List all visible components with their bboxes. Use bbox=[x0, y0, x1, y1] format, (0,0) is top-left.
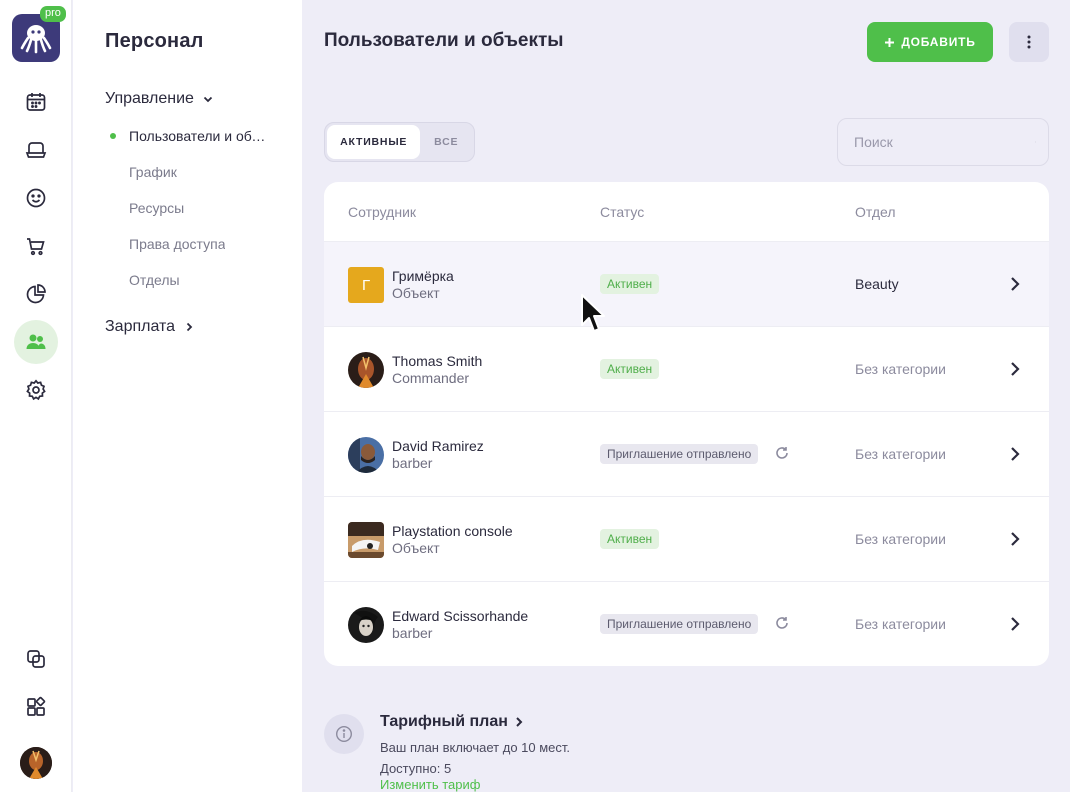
mouse-cursor-icon bbox=[581, 294, 605, 332]
rail-widgets[interactable] bbox=[14, 685, 58, 729]
users-icon bbox=[26, 334, 46, 349]
table-row[interactable]: Г Гримёрка Объект Активен Beauty bbox=[324, 241, 1049, 326]
chevron-right-icon[interactable] bbox=[1007, 360, 1023, 378]
rail-settings[interactable] bbox=[14, 368, 58, 412]
smiley-icon bbox=[26, 188, 46, 208]
row-department: Без категории bbox=[855, 361, 946, 377]
column-department: Отдел bbox=[855, 204, 896, 220]
chevron-right-icon[interactable] bbox=[1007, 615, 1023, 633]
row-role: Объект bbox=[392, 285, 440, 301]
filter-all-tab[interactable]: ВСЕ bbox=[420, 125, 472, 159]
row-name: Гримёрка bbox=[392, 268, 454, 284]
add-button[interactable]: ДОБАВИТЬ bbox=[867, 22, 993, 62]
plus-icon bbox=[885, 37, 895, 47]
more-vertical-icon bbox=[1027, 35, 1031, 49]
search-icon[interactable] bbox=[1035, 134, 1036, 150]
salary-label: Зарплата bbox=[105, 318, 176, 335]
refresh-icon[interactable] bbox=[774, 445, 790, 461]
status-badge: Активен bbox=[600, 359, 660, 379]
rail-analytics[interactable] bbox=[14, 272, 58, 316]
change-plan-link[interactable]: Изменить тариф bbox=[380, 777, 480, 792]
chevron-right-icon[interactable] bbox=[1007, 445, 1023, 463]
octopus-logo-icon bbox=[20, 25, 52, 54]
search-box bbox=[837, 118, 1049, 166]
filter-active-tab[interactable]: АКТИВНЫЕ bbox=[327, 125, 421, 159]
status-badge: Активен bbox=[600, 529, 660, 549]
chevron-right-icon bbox=[516, 717, 523, 727]
plan-description: Ваш план включает до 10 мест. Доступно: … bbox=[380, 740, 571, 776]
plan-title-link[interactable]: Тарифный план bbox=[380, 713, 524, 731]
search-input[interactable] bbox=[854, 134, 1035, 150]
object-avatar: Г bbox=[348, 267, 384, 303]
icon-rail: pro bbox=[0, 0, 72, 792]
table-row[interactable]: Thomas Smith Commander Активен Без катег… bbox=[324, 326, 1049, 411]
rail-copy[interactable] bbox=[14, 637, 58, 681]
table-row[interactable]: Playstation console Объект Активен Без к… bbox=[324, 496, 1049, 581]
rail-services[interactable] bbox=[14, 128, 58, 172]
row-name: Edward Scissorhande bbox=[392, 608, 529, 624]
status-filter-toggle: АКТИВНЫЕ ВСЕ bbox=[324, 122, 475, 162]
avatar bbox=[348, 607, 384, 643]
bell-desk-icon bbox=[25, 142, 47, 158]
row-department: Без категории bbox=[855, 446, 946, 462]
row-role: Commander bbox=[392, 370, 470, 386]
row-department: Без категории bbox=[855, 531, 946, 547]
object-photo bbox=[348, 522, 384, 558]
cart-icon bbox=[27, 238, 45, 256]
nav-item-schedule[interactable]: График bbox=[129, 164, 177, 180]
table-row[interactable]: Edward Scissorhande barber Приглашение о… bbox=[324, 581, 1049, 666]
rail-staff[interactable] bbox=[14, 320, 58, 364]
add-button-label: ДОБАВИТЬ bbox=[901, 35, 976, 49]
pro-badge: pro bbox=[40, 6, 66, 22]
column-employee: Сотрудник bbox=[348, 204, 417, 220]
refresh-icon[interactable] bbox=[774, 615, 790, 631]
section-title: Персонал bbox=[105, 30, 204, 52]
nav-item-users[interactable]: Пользователи и объекты bbox=[129, 128, 269, 144]
pie-chart-icon bbox=[26, 284, 46, 304]
calendar-icon bbox=[26, 93, 46, 111]
secondary-nav: Персонал Управление Пользователи и объек… bbox=[73, 0, 302, 792]
user-avatar[interactable] bbox=[20, 747, 52, 779]
row-name: Thomas Smith bbox=[392, 353, 483, 369]
widgets-icon bbox=[27, 696, 46, 716]
profile-photo bbox=[20, 747, 52, 779]
nav-item-resources[interactable]: Ресурсы bbox=[129, 200, 184, 216]
avatar bbox=[348, 352, 384, 388]
row-name: Playstation console bbox=[392, 523, 513, 539]
management-group[interactable]: Управление bbox=[105, 90, 214, 108]
salary-group[interactable]: Зарплата bbox=[105, 318, 195, 336]
rail-calendar[interactable] bbox=[14, 80, 58, 124]
rail-clients[interactable] bbox=[14, 176, 58, 220]
management-label: Управление bbox=[105, 90, 194, 107]
row-department: Beauty bbox=[855, 276, 899, 292]
rail-shop[interactable] bbox=[14, 224, 58, 268]
status-badge: Активен bbox=[600, 274, 660, 294]
gear-icon bbox=[26, 379, 46, 401]
chevron-right-icon[interactable] bbox=[1007, 530, 1023, 548]
active-indicator-dot bbox=[110, 133, 116, 139]
info-icon bbox=[335, 725, 353, 743]
nav-item-access[interactable]: Права доступа bbox=[129, 236, 225, 252]
copy-icon bbox=[27, 650, 45, 668]
table-row[interactable]: David Ramirez barber Приглашение отправл… bbox=[324, 411, 1049, 496]
more-options-button[interactable] bbox=[1009, 22, 1049, 62]
status-badge: Приглашение отправлено bbox=[600, 444, 759, 464]
users-table: Сотрудник Статус Отдел Г Гримёрка Объект… bbox=[324, 182, 1049, 666]
row-department: Без категории bbox=[855, 616, 946, 632]
chevron-right-icon bbox=[186, 322, 193, 332]
row-name: David Ramirez bbox=[392, 438, 484, 454]
row-role: barber bbox=[392, 625, 433, 641]
column-status: Статус bbox=[600, 204, 645, 220]
avatar bbox=[348, 437, 384, 473]
table-header: Сотрудник Статус Отдел bbox=[324, 182, 1049, 241]
page-title: Пользователи и объекты bbox=[324, 30, 564, 51]
chevron-right-icon[interactable] bbox=[1007, 275, 1023, 293]
plan-title: Тарифный план bbox=[380, 713, 508, 730]
nav-item-departments[interactable]: Отделы bbox=[129, 272, 180, 288]
status-badge: Приглашение отправлено bbox=[600, 614, 759, 634]
chevron-down-icon bbox=[203, 96, 213, 103]
row-role: barber bbox=[392, 455, 433, 471]
info-badge bbox=[324, 714, 364, 754]
row-role: Объект bbox=[392, 540, 440, 556]
